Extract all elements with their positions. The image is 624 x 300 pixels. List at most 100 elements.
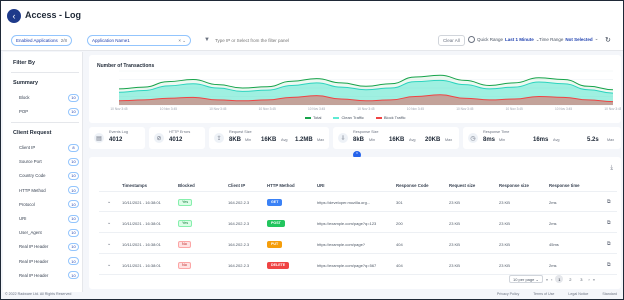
- clear-chip-icons[interactable]: × ⌄: [178, 38, 186, 44]
- standard-link[interactable]: Standard: [602, 292, 617, 296]
- page-header: ‹ Access - Log: [1, 1, 623, 31]
- x-tick-label: 10 Nov 3:45: [555, 107, 572, 111]
- timestamp-cell: 10/11/2021 - 16:38:01: [122, 200, 161, 205]
- filter-count[interactable]: 10: [68, 257, 79, 266]
- response-code-cell: 404: [396, 263, 403, 268]
- stat-min-label: Min: [369, 138, 376, 142]
- copy-icon[interactable]: ⧉: [607, 199, 611, 205]
- column-header[interactable]: Response Code: [396, 183, 428, 188]
- filter-count[interactable]: 10: [68, 171, 79, 180]
- response-size-cell: 23 KB: [499, 200, 510, 205]
- stat-min-label: Min: [499, 138, 506, 142]
- stat-max-label: Max: [317, 138, 325, 142]
- copy-icon[interactable]: ⧉: [607, 220, 611, 226]
- expand-row-icon[interactable]: ⌄: [107, 199, 111, 205]
- row-divider: [99, 253, 617, 254]
- client-item-4[interactable]: Protocol 10: [19, 200, 79, 209]
- terms-of-use-link[interactable]: Terms of Use: [533, 292, 554, 296]
- download-icon[interactable]: ⤓: [610, 165, 613, 172]
- filter-label: Country Code: [19, 173, 46, 179]
- client-item-1[interactable]: Source Port 10: [19, 157, 79, 166]
- per-page-select[interactable]: 10 per page ⌄: [509, 275, 543, 283]
- filter-count[interactable]: 10: [68, 200, 79, 209]
- filter-count[interactable]: 10: [68, 271, 79, 280]
- refresh-icon[interactable]: ↻: [605, 36, 611, 44]
- quick-range-select[interactable]: Quick Range Last 1 Minute ⌄: [468, 36, 540, 43]
- uri-cell: https://example.com/page?q=567: [317, 263, 377, 268]
- client-item-2[interactable]: Country Code 10: [19, 171, 79, 180]
- filter-count[interactable]: 10: [68, 107, 79, 116]
- summary-item-1[interactable]: POP 10: [19, 107, 79, 116]
- application-name-chip[interactable]: Application Name1 × ⌄: [87, 35, 191, 46]
- quick-range-value: Last 1 Minute: [505, 37, 534, 42]
- client-item-0[interactable]: Client IP 8: [19, 143, 79, 152]
- stat-min-value: 8kB: [353, 137, 365, 143]
- chart-legend: Total Clean Traffic Block Traffic: [305, 115, 406, 120]
- client-item-7[interactable]: Real IP Header 10: [19, 242, 79, 251]
- summary-item-0[interactable]: Block 10: [19, 93, 79, 102]
- column-header[interactable]: Timestamps: [122, 183, 147, 188]
- copy-icon[interactable]: ⧉: [607, 241, 611, 247]
- uri-cell: https://example.com/page?: [317, 242, 366, 247]
- filter-label: Client IP: [19, 145, 36, 150]
- legend-total[interactable]: Total: [305, 115, 321, 120]
- client-item-3[interactable]: HTTP Method 10: [19, 186, 79, 195]
- filter-icon[interactable]: ▼: [204, 37, 210, 43]
- enabled-applications-chip[interactable]: Enabled Applications 2/8: [11, 35, 73, 46]
- filter-label: Real IP Header: [19, 272, 49, 278]
- stat-label: Events Log: [109, 130, 128, 134]
- filter-label: Protocol: [19, 201, 35, 207]
- time-range-select[interactable]: Time Range Not Selected ⌄: [539, 36, 598, 42]
- last-page-icon[interactable]: »: [593, 277, 595, 282]
- legend-clean-traffic[interactable]: Clean Traffic: [333, 115, 364, 120]
- next-page-icon[interactable]: ›: [588, 277, 589, 282]
- clear-all-button[interactable]: Clear All: [438, 35, 465, 46]
- filter-count[interactable]: 10: [68, 186, 79, 195]
- filter-count[interactable]: 8: [68, 143, 79, 152]
- copy-icon[interactable]: ⧉: [607, 262, 611, 268]
- column-header[interactable]: URI: [317, 183, 324, 188]
- filter-count[interactable]: 10: [68, 157, 79, 166]
- first-page-icon[interactable]: «: [546, 277, 548, 282]
- search-input[interactable]: [215, 35, 425, 46]
- back-button[interactable]: ‹: [7, 9, 21, 23]
- client-ip-cell: 164.202.2.3: [228, 242, 250, 247]
- expand-row-icon[interactable]: ⌄: [107, 262, 111, 268]
- filter-count[interactable]: 10: [68, 242, 79, 251]
- column-header[interactable]: HTTP Method: [267, 183, 295, 188]
- per-page-value: 10 per page: [513, 276, 535, 282]
- filter-label: Real IP Header: [19, 244, 49, 250]
- expand-row-icon[interactable]: ⌄: [107, 220, 111, 226]
- page-2[interactable]: 2: [566, 275, 574, 283]
- page-1[interactable]: 1: [555, 275, 564, 283]
- legend-block-traffic[interactable]: Block Traffic: [375, 115, 406, 120]
- filter-label: URI: [19, 216, 27, 221]
- client-ip-cell: 164.202.2.3: [228, 200, 250, 205]
- response-code-cell: 200: [396, 221, 403, 226]
- blocked-badge: No: [178, 240, 191, 248]
- privacy-policy-link[interactable]: Privacy Policy: [497, 292, 519, 296]
- filter-label: Real IP Header: [19, 258, 49, 264]
- column-header[interactable]: Client IP: [228, 183, 245, 188]
- divider: [11, 122, 79, 123]
- chip-label: Application Name1: [92, 38, 130, 43]
- stat-avg-value: 16ms: [533, 137, 549, 143]
- client-item-8[interactable]: Real IP Header 10: [19, 257, 79, 266]
- client-item-6[interactable]: User_Agent 10: [19, 228, 79, 237]
- response-time-cell: 2ms: [549, 263, 557, 268]
- column-header[interactable]: Request size: [449, 183, 475, 188]
- column-header[interactable]: Blocked: [178, 183, 195, 188]
- column-header[interactable]: Response time: [549, 183, 580, 188]
- request-size-cell: 23 KB: [449, 263, 460, 268]
- column-header[interactable]: Response size: [499, 183, 529, 188]
- expand-row-icon[interactable]: ⌄: [107, 241, 111, 247]
- client-item-9[interactable]: Real IP Header 10: [19, 271, 79, 280]
- filter-count[interactable]: 10: [68, 214, 79, 223]
- legal-notice-link[interactable]: Legal Notice: [568, 292, 588, 296]
- filter-count[interactable]: 10: [68, 228, 79, 237]
- page-3[interactable]: 3: [577, 275, 585, 283]
- filter-count[interactable]: 10: [68, 93, 79, 102]
- client-item-5[interactable]: URI 10: [19, 214, 79, 223]
- prev-page-icon[interactable]: ‹: [551, 277, 552, 282]
- footer: © 2022 Radware Ltd. All Rights Reserved …: [1, 291, 623, 299]
